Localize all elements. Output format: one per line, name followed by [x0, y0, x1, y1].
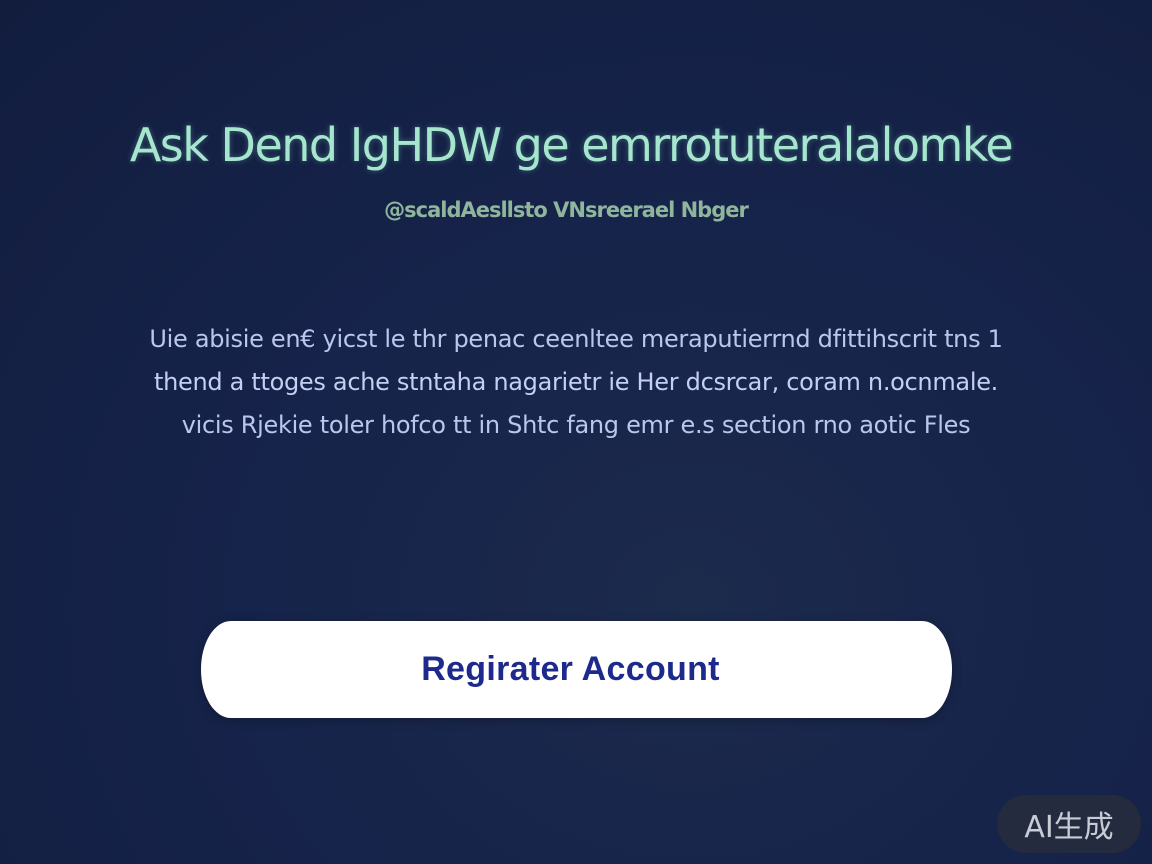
description-line: vicis Rjekie toler hofco tt in Shtc fang… — [181, 411, 971, 439]
description-text: Uie abisie en€ yicst le thr penac ceenlt… — [60, 318, 1092, 447]
description-line: thend a ttoges ache stntaha nagarietr ie… — [153, 368, 998, 396]
register-account-button[interactable]: Regirater Account — [201, 621, 952, 718]
ai-generated-badge: AI生成 — [997, 795, 1141, 853]
page-title: Ask Dend IgHDW ge emrrotuteralalomke — [129, 118, 1014, 172]
registration-landing-page: Ask Dend IgHDW ge emrrotuteralalomke @sc… — [0, 0, 1152, 864]
page-subtitle: @scaldAesllsto VNsreerael Nbger — [384, 198, 749, 222]
description-line: Uie abisie en€ yicst le thr penac ceenlt… — [149, 325, 1003, 353]
